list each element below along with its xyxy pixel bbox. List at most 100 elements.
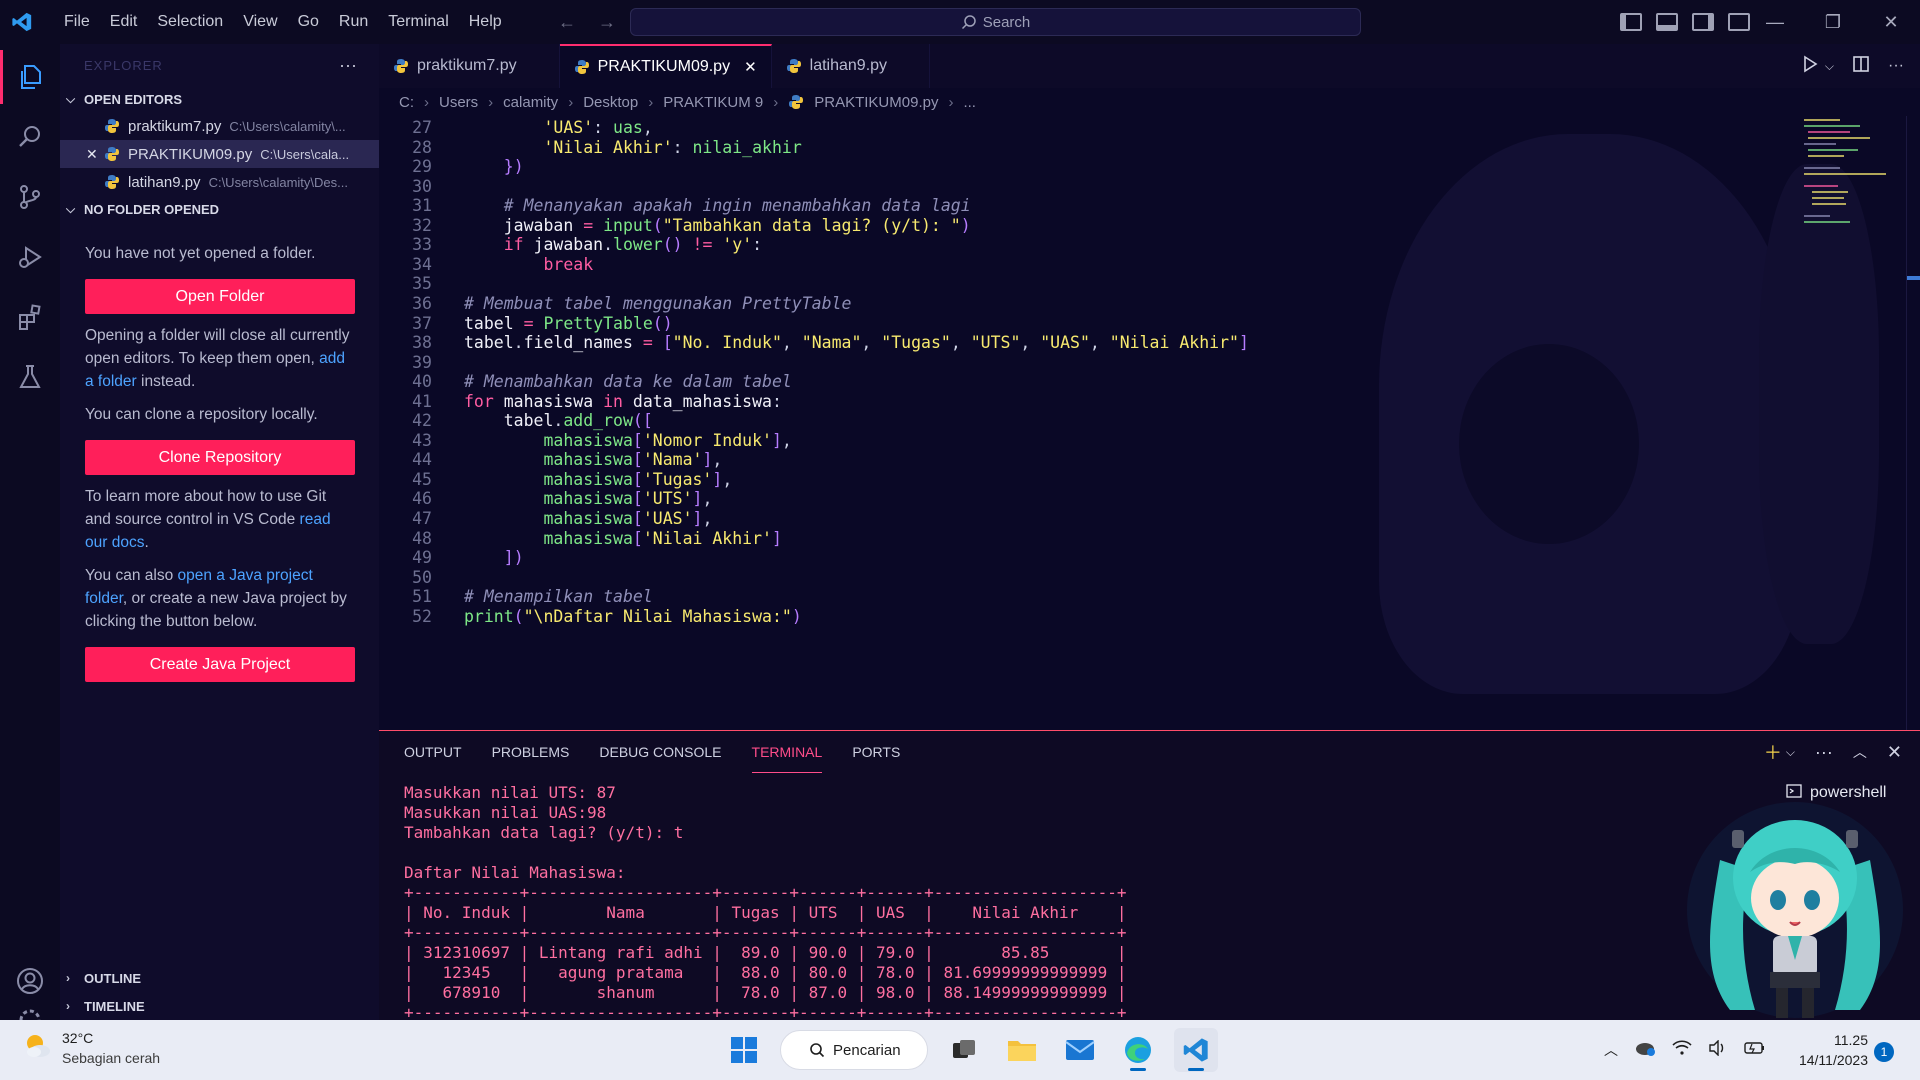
search-icon [810, 1043, 825, 1058]
editor-scrollbar[interactable] [1906, 116, 1920, 730]
weather-widget[interactable]: 32°C Sebagian cerah [22, 1028, 160, 1068]
open-editor-item[interactable]: praktikum7.py C:\Users\calamity\... [60, 112, 379, 140]
new-terminal-icon[interactable]: ＋ [1764, 739, 1782, 765]
back-arrow-icon[interactable]: ← [558, 12, 576, 33]
create-java-project-button[interactable]: Create Java Project [85, 647, 355, 682]
breadcrumb-item[interactable]: C: [399, 94, 414, 111]
source-control-icon[interactable] [0, 170, 60, 224]
breadcrumb-item[interactable]: calamity [503, 94, 558, 111]
file-explorer-icon[interactable] [1000, 1028, 1044, 1072]
notification-badge[interactable]: 1 [1874, 1042, 1894, 1062]
menu-edit[interactable]: Edit [100, 0, 148, 44]
testing-icon[interactable] [0, 350, 60, 404]
close-panel-icon[interactable]: ✕ [1887, 742, 1902, 763]
scrollbar-thumb[interactable] [1907, 276, 1920, 280]
clone-repository-button[interactable]: Clone Repository [85, 440, 355, 475]
breadcrumb-item[interactable]: ... [963, 94, 976, 111]
more-actions-icon[interactable]: ··· [1888, 57, 1904, 75]
code-text: jawaban = input("Tambahkan data lagi? (y… [503, 215, 971, 235]
warning-text: Opening a folder will close all currentl… [85, 327, 350, 367]
forward-arrow-icon[interactable]: → [598, 12, 616, 33]
taskbar-search[interactable]: Pencarian [780, 1030, 928, 1070]
character-sticker-image [1680, 800, 1910, 1025]
no-folder-header[interactable]: ⌵ NO FOLDER OPENED [60, 196, 379, 222]
timeline-header[interactable]: › TIMELINE [60, 992, 379, 1020]
line-number: 38 [412, 333, 432, 353]
windows-start-icon[interactable] [722, 1028, 766, 1072]
show-hidden-icons-chevron-icon[interactable]: ︿ [1604, 1040, 1618, 1060]
close-tab-icon[interactable]: ✕ [744, 58, 757, 76]
tab-praktikum7[interactable]: praktikum7.py [379, 44, 560, 88]
panel-tab-output[interactable]: OUTPUT [404, 731, 462, 773]
manage-gear-icon[interactable] [0, 1006, 60, 1020]
battery-icon[interactable] [1744, 1041, 1766, 1060]
open-folder-button[interactable]: Open Folder [85, 279, 355, 314]
taskbar-clock[interactable]: 11.25 14/11/2023 [1774, 1030, 1868, 1070]
minimize-icon[interactable]: — [1746, 0, 1804, 44]
terminal-output[interactable]: Masukkan nilai UTS: 87 Masukkan nilai UAS… [404, 783, 1504, 1020]
onedrive-sync-icon[interactable] [1634, 1039, 1656, 1062]
toggle-panel-icon[interactable] [1656, 13, 1678, 31]
code-text: tabel.field_names = ["No. Induk", "Nama"… [464, 333, 1249, 353]
line-number: 49 [412, 548, 432, 568]
open-editor-item-active[interactable]: ✕ PRAKTIKUM09.py C:\Users\cala... [60, 140, 379, 168]
code-text: }) [503, 157, 524, 177]
breadcrumb-item[interactable]: Users [439, 94, 478, 111]
search-view-icon[interactable] [0, 110, 60, 164]
close-editor-icon[interactable]: ✕ [86, 146, 104, 163]
command-center-search[interactable]: Search [630, 8, 1361, 36]
panel-tab-ports[interactable]: PORTS [852, 731, 900, 773]
vscode-taskbar-icon[interactable] [1174, 1028, 1218, 1072]
split-editor-icon[interactable] [1852, 55, 1870, 78]
weather-condition: Sebagian cerah [62, 1050, 161, 1066]
code-text: # Menanyakan apakah ingin menambahkan da… [503, 196, 971, 216]
menu-run[interactable]: Run [329, 0, 378, 44]
open-editors-header[interactable]: ⌵ OPEN EDITORS [60, 86, 379, 112]
edge-browser-icon[interactable] [1116, 1028, 1160, 1072]
panel-tab-problems[interactable]: PROBLEMS [492, 731, 570, 773]
accounts-icon[interactable] [0, 954, 60, 1008]
breadcrumb-item[interactable]: Desktop [583, 94, 638, 111]
editor-name: PRAKTIKUM09.py [128, 145, 253, 163]
maximize-icon[interactable]: ❐ [1804, 0, 1862, 44]
menu-help[interactable]: Help [459, 0, 512, 44]
chevron-down-icon[interactable]: ⌵ [1825, 59, 1834, 74]
code-text: # Membuat tabel menggunakan PrettyTable [464, 293, 852, 313]
breadcrumb-item[interactable]: PRAKTIKUM09.py [814, 94, 938, 111]
toggle-secondary-sidebar-icon[interactable] [1692, 13, 1714, 31]
close-window-icon[interactable]: ✕ [1862, 0, 1920, 44]
menu-selection[interactable]: Selection [147, 0, 233, 44]
warning-text-end: instead. [141, 373, 196, 390]
extensions-icon[interactable] [0, 290, 60, 344]
more-actions-icon[interactable]: ··· [339, 55, 357, 76]
code-editor[interactable]: 27 'UAS': uas, 28 'Nilai Akhir': nilai_ak… [379, 116, 1920, 730]
no-folder-message: You have not yet opened a folder. [85, 245, 316, 262]
code-text: 'Nilai Akhir': nilai_akhir [543, 137, 802, 157]
volume-icon[interactable] [1708, 1038, 1728, 1061]
menu-view[interactable]: View [233, 0, 287, 44]
outline-header[interactable]: › OUTLINE [60, 964, 379, 992]
maximize-panel-icon[interactable]: ︿ [1853, 742, 1867, 762]
breadcrumb-item[interactable]: PRAKTIKUM 9 [663, 94, 763, 111]
menu-file[interactable]: File [54, 0, 100, 44]
minimap[interactable] [1800, 116, 1890, 236]
tab-latihan9[interactable]: latihan9.py [772, 44, 931, 88]
clone-message: You can clone a repository locally. [85, 406, 318, 423]
wifi-icon[interactable] [1672, 1039, 1692, 1061]
menu-go[interactable]: Go [288, 0, 329, 44]
toggle-primary-sidebar-icon[interactable] [1620, 13, 1642, 31]
chevron-down-icon[interactable]: ⌵ [1786, 745, 1795, 760]
task-view-icon[interactable] [942, 1028, 986, 1072]
run-python-file-icon[interactable] [1801, 55, 1819, 78]
explorer-icon[interactable] [0, 50, 60, 104]
terminal-line: | 12345 | agung pratama | 88.0 | 80.0 | … [404, 963, 1127, 982]
open-editor-item[interactable]: latihan9.py C:\Users\calamity\Des... [60, 168, 379, 196]
tab-praktikum09[interactable]: PRAKTIKUM09.py ✕ [559, 44, 772, 88]
more-actions-icon[interactable]: ··· [1815, 742, 1833, 763]
run-and-debug-icon[interactable] [0, 230, 60, 284]
mail-icon[interactable] [1058, 1028, 1102, 1072]
panel-tab-terminal[interactable]: TERMINAL [751, 731, 823, 773]
panel-tab-debug-console[interactable]: DEBUG CONSOLE [599, 731, 721, 773]
menu-terminal[interactable]: Terminal [378, 0, 458, 44]
panel-actions: ＋ ⌵ ··· ︿ ✕ [1764, 731, 1902, 773]
